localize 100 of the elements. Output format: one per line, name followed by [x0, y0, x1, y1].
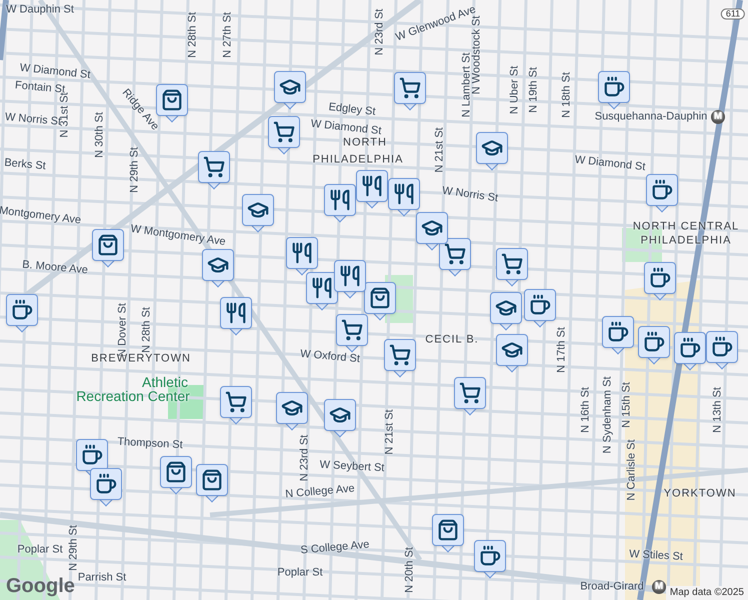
- neighborhood-label: YORKTOWN: [664, 488, 736, 500]
- shopping-bag-marker[interactable]: [364, 282, 396, 322]
- fork-knife-marker[interactable]: [324, 184, 356, 224]
- coffee-cup-icon: [649, 267, 671, 289]
- graduation-cap-marker[interactable]: [476, 132, 508, 172]
- shopping-cart-marker[interactable]: [384, 339, 416, 379]
- shopping-bag-icon: [437, 519, 459, 541]
- coffee-cup-marker[interactable]: [706, 331, 738, 371]
- coffee-cup-marker[interactable]: [6, 294, 38, 334]
- street-label: N 21st St: [384, 409, 396, 455]
- fork-knife-marker[interactable]: [388, 178, 420, 218]
- coffee-cup-marker[interactable]: [602, 316, 634, 356]
- coffee-cup-icon: [81, 444, 103, 466]
- coffee-cup-icon: [679, 337, 701, 359]
- shopping-cart-icon: [341, 319, 363, 341]
- street-label: Thompson St: [117, 436, 183, 452]
- coffee-cup-icon: [479, 545, 501, 567]
- shopping-bag-marker[interactable]: [92, 229, 124, 269]
- shopping-bag-icon: [97, 234, 119, 256]
- street-label: N 23rd St: [374, 8, 386, 56]
- fork-knife-marker[interactable]: [286, 237, 318, 277]
- graduation-cap-marker[interactable]: [490, 292, 522, 332]
- street-label: N 19th St: [528, 67, 540, 113]
- fork-knife-icon: [225, 302, 247, 324]
- street-label: S College Ave: [300, 540, 370, 556]
- street-label: W Diamond St: [574, 154, 646, 174]
- coffee-cup-icon: [11, 299, 33, 321]
- graduation-cap-marker[interactable]: [202, 249, 234, 289]
- shopping-cart-marker[interactable]: [268, 116, 300, 156]
- graduation-cap-marker[interactable]: [242, 194, 274, 234]
- coffee-cup-marker[interactable]: [474, 540, 506, 580]
- street-label: N 16th St: [580, 387, 592, 433]
- street-label: N 13th St: [712, 387, 724, 433]
- street-label: N 15th St: [622, 382, 632, 428]
- street-label: W Stiles St: [628, 549, 684, 563]
- coffee-cup-marker[interactable]: [646, 174, 678, 214]
- street-label: N 27th St: [222, 12, 234, 58]
- graduation-cap-marker[interactable]: [416, 212, 448, 252]
- shopping-cart-icon: [501, 253, 523, 275]
- street-label: N Carlisle St: [626, 439, 638, 501]
- shopping-bag-marker[interactable]: [156, 84, 188, 124]
- street-label: N 30th St: [94, 112, 106, 158]
- map-attribution: Map data ©2025: [666, 586, 748, 600]
- street-label: W Seybert St: [319, 460, 385, 474]
- neighborhood-label: NORTH: [343, 138, 387, 148]
- graduation-cap-marker[interactable]: [324, 399, 356, 439]
- coffee-cup-marker[interactable]: [638, 326, 670, 366]
- shopping-bag-icon: [165, 461, 187, 483]
- fork-knife-icon: [361, 175, 383, 197]
- street-label: Susquehanna-Dauphin: [594, 112, 708, 122]
- fork-knife-icon: [393, 183, 415, 205]
- coffee-cup-marker[interactable]: [644, 262, 676, 302]
- coffee-cup-marker[interactable]: [598, 71, 630, 111]
- shopping-cart-icon: [399, 77, 421, 99]
- shopping-bag-marker[interactable]: [196, 464, 228, 504]
- shopping-cart-icon: [389, 344, 411, 366]
- shopping-cart-icon: [273, 121, 295, 143]
- graduation-cap-marker[interactable]: [276, 392, 308, 432]
- graduation-cap-marker[interactable]: [274, 71, 306, 111]
- coffee-cup-marker[interactable]: [524, 289, 556, 329]
- shopping-bag-marker[interactable]: [432, 514, 464, 554]
- shopping-bag-marker[interactable]: [160, 456, 192, 496]
- shopping-cart-marker[interactable]: [198, 151, 230, 191]
- coffee-cup-marker[interactable]: [90, 468, 122, 508]
- fork-knife-marker[interactable]: [356, 170, 388, 210]
- shopping-bag-icon: [161, 89, 183, 111]
- shopping-cart-marker[interactable]: [454, 377, 486, 417]
- street-label: N 20th St: [404, 547, 416, 593]
- fork-knife-marker[interactable]: [220, 297, 252, 337]
- fork-knife-icon: [311, 277, 333, 299]
- fork-knife-icon: [329, 189, 351, 211]
- fork-knife-icon: [339, 265, 361, 287]
- shopping-cart-marker[interactable]: [439, 238, 471, 278]
- fork-knife-marker[interactable]: [306, 272, 338, 312]
- street-label: N 29th St: [68, 525, 80, 571]
- park-label: Recreation Center: [76, 389, 190, 403]
- shopping-cart-marker[interactable]: [496, 248, 528, 288]
- street-label: Poplar St: [277, 568, 323, 578]
- fork-knife-marker[interactable]: [334, 260, 366, 300]
- graduation-cap-marker[interactable]: [496, 334, 528, 374]
- coffee-cup-marker[interactable]: [674, 332, 706, 372]
- coffee-cup-icon: [603, 76, 625, 98]
- shopping-cart-marker[interactable]: [394, 72, 426, 112]
- street-label: Berks St: [4, 158, 46, 172]
- street-label: N College Ave: [284, 484, 356, 500]
- street-label: N 28th St: [188, 12, 198, 58]
- street-label: W Norris St: [4, 112, 62, 128]
- street-label: N 17th St: [556, 327, 568, 373]
- street-label: N 28th St: [142, 307, 152, 353]
- shopping-cart-icon: [225, 391, 247, 413]
- shopping-cart-icon: [459, 382, 481, 404]
- street-label: B. Moore Ave: [22, 260, 88, 276]
- shopping-cart-icon: [203, 156, 225, 178]
- street-label: N Uber St: [510, 66, 520, 114]
- shopping-cart-marker[interactable]: [220, 386, 252, 426]
- coffee-cup-icon: [643, 331, 665, 353]
- coffee-cup-icon: [95, 473, 117, 495]
- street-label: W Montgomery Ave: [130, 224, 226, 248]
- street-label: N 31st St: [60, 92, 70, 138]
- street-label: N 29th St: [130, 147, 140, 193]
